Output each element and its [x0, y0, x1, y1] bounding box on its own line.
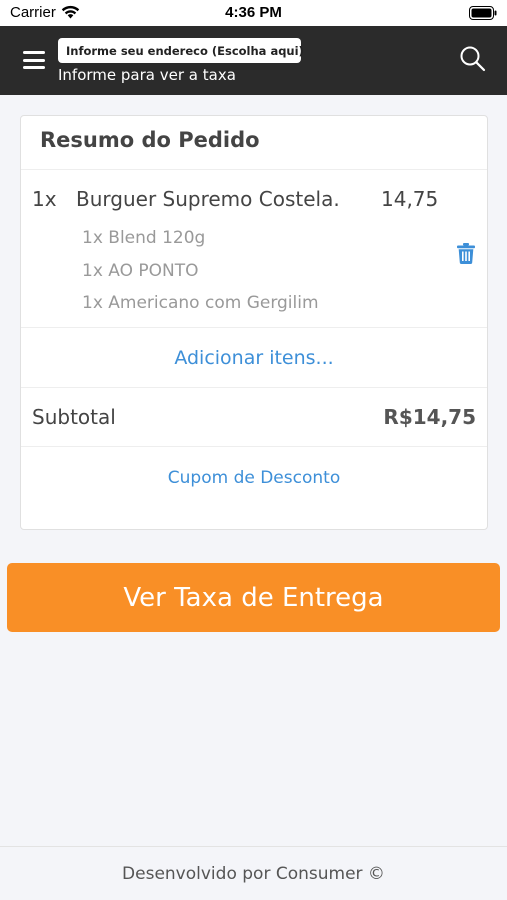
item-name: Burguer Supremo Costela.: [76, 187, 340, 211]
trash-icon[interactable]: [457, 243, 475, 264]
item-price: 14,75: [381, 187, 439, 211]
order-item: 1x Burguer Supremo Costela. 14,75 1x Ble…: [21, 170, 487, 328]
order-summary-title: Resumo do Pedido: [21, 116, 487, 170]
status-time: 4:36 PM: [225, 4, 282, 21]
app-header: Informe seu endereco (Escolha aqui) Info…: [0, 26, 507, 95]
battery-icon: [469, 6, 497, 20]
search-icon[interactable]: [459, 45, 486, 72]
item-option: 1x Americano com Gergilim: [82, 293, 319, 313]
footer: Desenvolvido por Consumer ©: [0, 846, 507, 900]
status-bar: Carrier 4:36 PM: [0, 0, 507, 26]
menu-icon[interactable]: [23, 51, 45, 69]
subtotal-value: R$14,75: [383, 405, 476, 429]
add-items-link[interactable]: Adicionar itens...: [21, 328, 487, 388]
delivery-fee-button[interactable]: Ver Taxa de Entrega: [7, 563, 500, 632]
subtotal-row: Subtotal R$14,75: [21, 388, 487, 447]
item-option: 1x Blend 120g: [82, 228, 206, 248]
item-options: 1x Blend 120g 1x AO PONTO 1x Americano c…: [82, 227, 319, 325]
address-select-label: Informe seu endereco (Escolha aqui): [66, 43, 304, 58]
order-summary-card: Resumo do Pedido 1x Burguer Supremo Cost…: [20, 115, 488, 530]
coupon-link[interactable]: Cupom de Desconto: [21, 447, 487, 509]
item-quantity: 1x: [32, 187, 57, 211]
address-select[interactable]: Informe seu endereco (Escolha aqui): [58, 38, 304, 63]
address-hint: Informe para ver a taxa: [58, 66, 236, 84]
subtotal-label: Subtotal: [32, 405, 116, 429]
item-option: 1x AO PONTO: [82, 260, 199, 281]
